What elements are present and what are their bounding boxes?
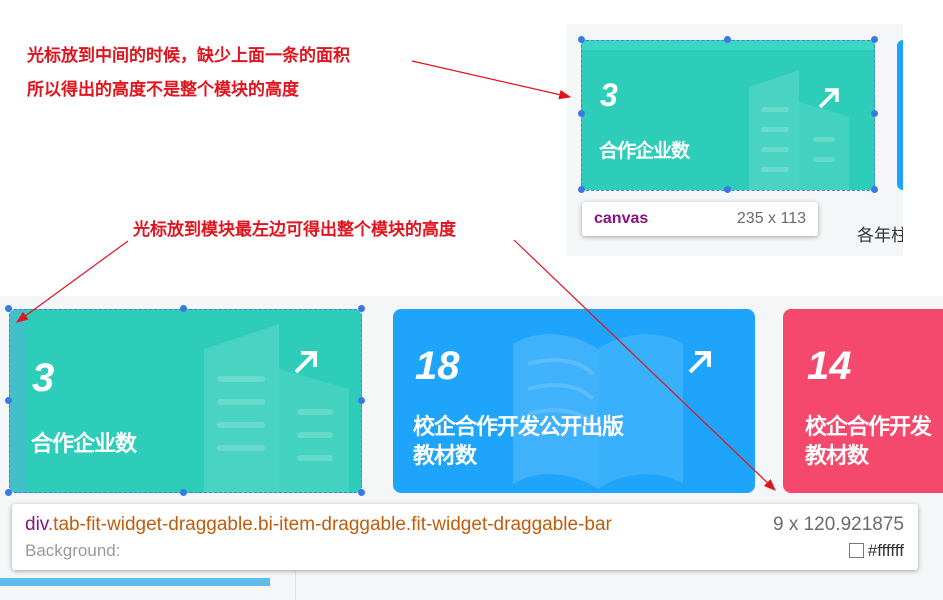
selection-handle[interactable]	[724, 36, 731, 43]
top-screenshot: 3 合作企业数 canvas 235 x 113 各年柱	[567, 24, 903, 256]
selection-handle[interactable]	[5, 489, 12, 496]
annotation-arrow	[411, 60, 572, 100]
tooltip-classes: .tab-fit-widget-draggable.bi-item-dragga…	[47, 514, 612, 535]
tooltip-tag: canvas	[594, 210, 649, 227]
selection-handle[interactable]	[871, 110, 878, 117]
selection-handle[interactable]	[578, 36, 585, 43]
blue-card[interactable]: 18 校企合作开发公开出版 教材数	[393, 309, 755, 493]
card-label-line2: 教材数	[805, 444, 869, 469]
open-book-deco-icon	[513, 334, 683, 489]
selection-handle[interactable]	[180, 489, 187, 496]
card-label-line2: 教材数	[413, 444, 477, 469]
card-label-line1: 校企合作开发公开出版	[413, 415, 624, 440]
tooltip-bg-value-row: #ffffff	[848, 541, 904, 561]
selection-handle[interactable]	[871, 36, 878, 43]
card-value: 14	[807, 344, 852, 388]
tooltip-bg-value: #ffffff	[867, 541, 904, 560]
annotation-text-1: 光标放到中间的时候，缺少上面一条的面积	[27, 46, 350, 66]
card-value: 18	[415, 344, 460, 388]
tooltip-bg-label: Background:	[25, 541, 121, 560]
pink-card[interactable]: 14 校企合作开发 教材数	[783, 309, 943, 493]
selection-box-bottom	[9, 309, 362, 493]
annotation-text-3: 光标放到模块最左边可得出整个模块的高度	[133, 220, 456, 240]
selection-handle[interactable]	[578, 186, 585, 193]
tooltip-size: 235 x 113	[736, 210, 806, 227]
selection-box-top	[581, 40, 875, 191]
inspect-tooltip-bottom: div.tab-fit-widget-draggable.bi-item-dra…	[12, 504, 918, 570]
selection-handle[interactable]	[358, 305, 365, 312]
tooltip-size: 9 x 120.921875	[772, 514, 904, 535]
blue-card-edge[interactable]	[897, 40, 903, 190]
selection-handle[interactable]	[5, 305, 12, 312]
selection-handle[interactable]	[358, 397, 365, 404]
annotation-text-2: 所以得出的高度不是整个模块的高度	[27, 80, 299, 100]
chart-title-fragment: 各年柱	[857, 226, 903, 246]
lower-widget-strip	[0, 578, 270, 586]
selection-handle[interactable]	[358, 489, 365, 496]
selection-handle[interactable]	[180, 305, 187, 312]
selection-handle[interactable]	[578, 110, 585, 117]
color-swatch-icon	[848, 543, 864, 558]
selection-handle[interactable]	[724, 186, 731, 193]
inspect-tooltip-top: canvas 235 x 113	[582, 202, 818, 236]
selection-handle[interactable]	[871, 186, 878, 193]
card-label-line1: 校企合作开发	[805, 415, 932, 440]
arrow-up-right-icon[interactable]	[685, 346, 715, 376]
selection-handle[interactable]	[5, 397, 12, 404]
divider	[295, 570, 296, 600]
tooltip-tag: div	[25, 514, 48, 535]
